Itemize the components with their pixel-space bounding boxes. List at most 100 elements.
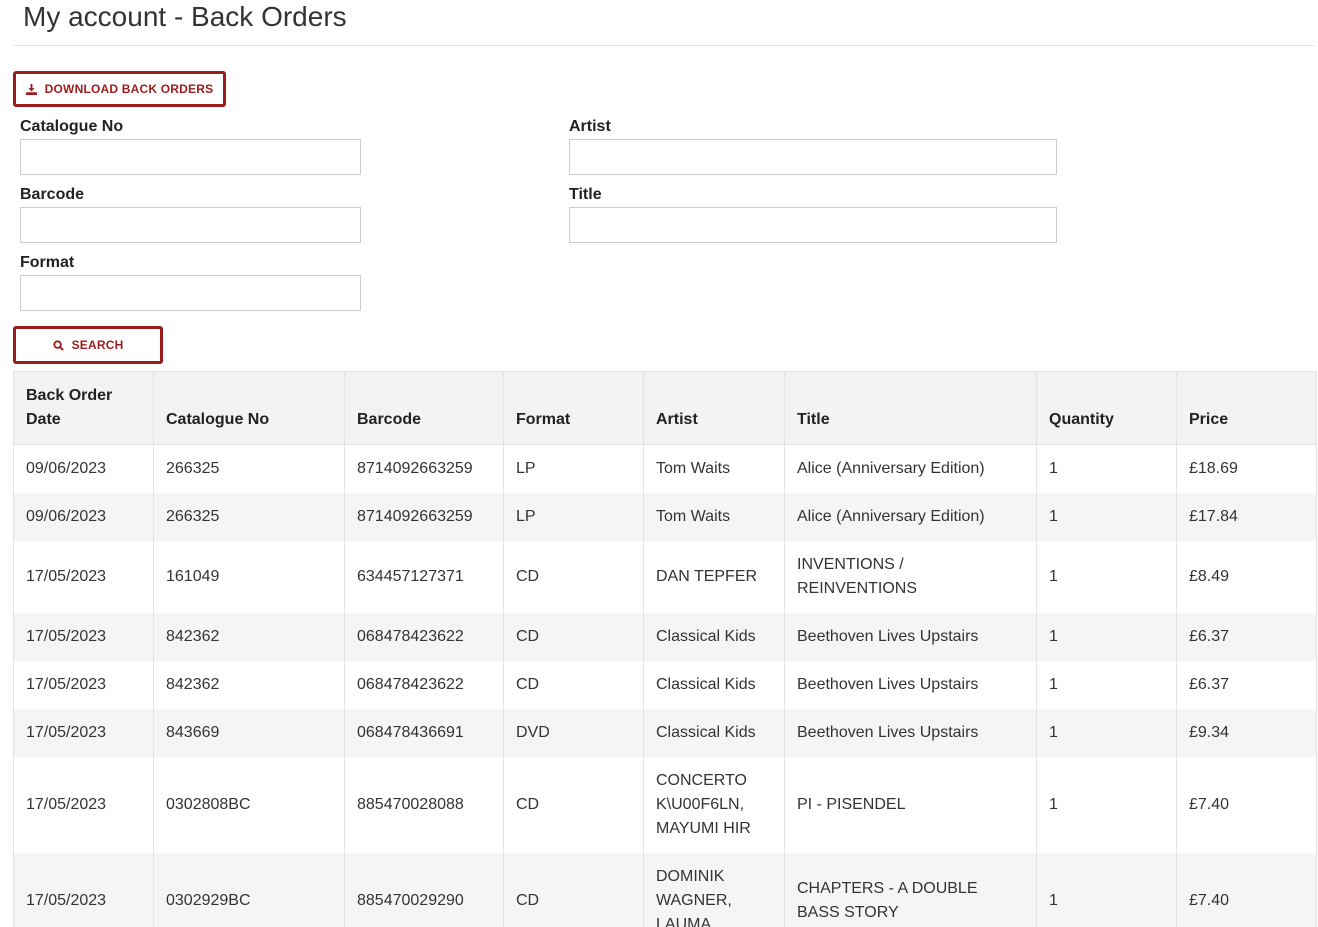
cell-barcode: 8714092663259 bbox=[344, 493, 504, 541]
cell-format: DVD bbox=[503, 709, 644, 757]
cell-catalogue-no: 266325 bbox=[153, 444, 345, 493]
table-row: 17/05/2023 842362 068478423622 CD Classi… bbox=[13, 661, 1317, 709]
cell-price: £9.34 bbox=[1176, 709, 1317, 757]
cell-barcode: 885470029290 bbox=[344, 853, 504, 927]
title-divider bbox=[13, 45, 1315, 46]
format-input[interactable] bbox=[20, 275, 361, 311]
cell-catalogue-no: 266325 bbox=[153, 493, 345, 541]
cell-barcode: 068478423622 bbox=[344, 613, 504, 661]
cell-artist: CONCERTO K\U00F6LN, MAYUMI HIR bbox=[643, 757, 785, 853]
cell-title: Alice (Anniversary Edition) bbox=[784, 444, 1037, 493]
cell-title: Alice (Anniversary Edition) bbox=[784, 493, 1037, 541]
cell-price: £7.40 bbox=[1176, 853, 1317, 927]
format-label: Format bbox=[20, 254, 75, 271]
cell-quantity: 1 bbox=[1036, 541, 1177, 613]
table-row: 09/06/2023 266325 8714092663259 LP Tom W… bbox=[13, 444, 1317, 493]
cell-date: 17/05/2023 bbox=[13, 541, 154, 613]
column-header-price[interactable]: Price bbox=[1176, 371, 1317, 445]
cell-artist: Classical Kids bbox=[643, 661, 785, 709]
cell-artist: DAN TEPFER bbox=[643, 541, 785, 613]
table-row: 17/05/2023 161049 634457127371 CD DAN TE… bbox=[13, 541, 1317, 613]
cell-catalogue-no: 0302929BC bbox=[153, 853, 345, 927]
table-row: 09/06/2023 266325 8714092663259 LP Tom W… bbox=[13, 493, 1317, 541]
barcode-label: Barcode bbox=[20, 186, 85, 203]
cell-format: CD bbox=[503, 757, 644, 853]
cell-price: £6.37 bbox=[1176, 613, 1317, 661]
barcode-input[interactable] bbox=[20, 207, 361, 243]
cell-artist: Classical Kids bbox=[643, 613, 785, 661]
cell-format: CD bbox=[503, 853, 644, 927]
cell-date: 17/05/2023 bbox=[13, 709, 154, 757]
cell-artist: Classical Kids bbox=[643, 709, 785, 757]
cell-catalogue-no: 842362 bbox=[153, 661, 345, 709]
table-row: 17/05/2023 0302808BC 885470028088 CD CON… bbox=[13, 757, 1317, 853]
cell-quantity: 1 bbox=[1036, 613, 1177, 661]
catalogue-no-label: Catalogue No bbox=[20, 118, 124, 135]
column-header-date[interactable]: Back Order Date bbox=[13, 371, 154, 445]
artist-label: Artist bbox=[569, 118, 611, 135]
cell-artist: Tom Waits bbox=[643, 493, 785, 541]
cell-quantity: 1 bbox=[1036, 757, 1177, 853]
cell-barcode: 885470028088 bbox=[344, 757, 504, 853]
search-icon bbox=[52, 339, 64, 351]
table-row: 17/05/2023 842362 068478423622 CD Classi… bbox=[13, 613, 1317, 661]
cell-title: CHAPTERS - A DOUBLE BASS STORY bbox=[784, 853, 1037, 927]
cell-price: £17.84 bbox=[1176, 493, 1317, 541]
cell-quantity: 1 bbox=[1036, 661, 1177, 709]
column-header-title[interactable]: Title bbox=[784, 371, 1037, 445]
column-header-quantity[interactable]: Quantity bbox=[1036, 371, 1177, 445]
cell-price: £7.40 bbox=[1176, 757, 1317, 853]
back-orders-page: My account - Back Orders DOWNLOAD BACK O… bbox=[0, 0, 1318, 927]
cell-title: Beethoven Lives Upstairs bbox=[784, 709, 1037, 757]
download-icon bbox=[25, 83, 37, 95]
cell-catalogue-no: 161049 bbox=[153, 541, 345, 613]
cell-barcode: 068478436691 bbox=[344, 709, 504, 757]
title-label: Title bbox=[569, 186, 602, 203]
cell-artist: Tom Waits bbox=[643, 444, 785, 493]
cell-price: £8.49 bbox=[1176, 541, 1317, 613]
catalogue-no-input[interactable] bbox=[20, 139, 361, 175]
download-button-label: DOWNLOAD BACK ORDERS bbox=[44, 82, 214, 96]
search-button[interactable]: SEARCH bbox=[13, 326, 163, 364]
cell-catalogue-no: 0302808BC bbox=[153, 757, 345, 853]
column-header-format[interactable]: Format bbox=[503, 371, 644, 445]
cell-barcode: 068478423622 bbox=[344, 661, 504, 709]
cell-date: 09/06/2023 bbox=[13, 493, 154, 541]
artist-input[interactable] bbox=[569, 139, 1057, 175]
cell-price: £18.69 bbox=[1176, 444, 1317, 493]
cell-date: 17/05/2023 bbox=[13, 853, 154, 927]
cell-format: CD bbox=[503, 541, 644, 613]
cell-title: INVENTIONS / REINVENTIONS bbox=[784, 541, 1037, 613]
cell-quantity: 1 bbox=[1036, 709, 1177, 757]
cell-quantity: 1 bbox=[1036, 444, 1177, 493]
cell-date: 09/06/2023 bbox=[13, 444, 154, 493]
download-back-orders-button[interactable]: DOWNLOAD BACK ORDERS bbox=[13, 71, 226, 107]
cell-date: 17/05/2023 bbox=[13, 661, 154, 709]
cell-barcode: 634457127371 bbox=[344, 541, 504, 613]
cell-title: Beethoven Lives Upstairs bbox=[784, 613, 1037, 661]
cell-title: Beethoven Lives Upstairs bbox=[784, 661, 1037, 709]
back-orders-table-container: Back Order Date Catalogue No Barcode For… bbox=[13, 371, 1317, 927]
cell-quantity: 1 bbox=[1036, 493, 1177, 541]
cell-catalogue-no: 842362 bbox=[153, 613, 345, 661]
cell-barcode: 8714092663259 bbox=[344, 444, 504, 493]
cell-date: 17/05/2023 bbox=[13, 757, 154, 853]
cell-format: LP bbox=[503, 444, 644, 493]
back-orders-table: Back Order Date Catalogue No Barcode For… bbox=[13, 371, 1317, 927]
search-button-label: SEARCH bbox=[71, 338, 124, 352]
cell-artist: DOMINIK WAGNER, LAUMA bbox=[643, 853, 785, 927]
title-input[interactable] bbox=[569, 207, 1057, 243]
cell-title: PI - PISENDEL bbox=[784, 757, 1037, 853]
table-header-row: Back Order Date Catalogue No Barcode For… bbox=[13, 371, 1317, 445]
column-header-catalogue-no[interactable]: Catalogue No bbox=[153, 371, 345, 445]
table-row: 17/05/2023 843669 068478436691 DVD Class… bbox=[13, 709, 1317, 757]
cell-format: CD bbox=[503, 613, 644, 661]
cell-catalogue-no: 843669 bbox=[153, 709, 345, 757]
column-header-barcode[interactable]: Barcode bbox=[344, 371, 504, 445]
cell-price: £6.37 bbox=[1176, 661, 1317, 709]
column-header-artist[interactable]: Artist bbox=[643, 371, 785, 445]
cell-date: 17/05/2023 bbox=[13, 613, 154, 661]
cell-quantity: 1 bbox=[1036, 853, 1177, 927]
cell-format: LP bbox=[503, 493, 644, 541]
table-row: 17/05/2023 0302929BC 885470029290 CD DOM… bbox=[13, 853, 1317, 927]
